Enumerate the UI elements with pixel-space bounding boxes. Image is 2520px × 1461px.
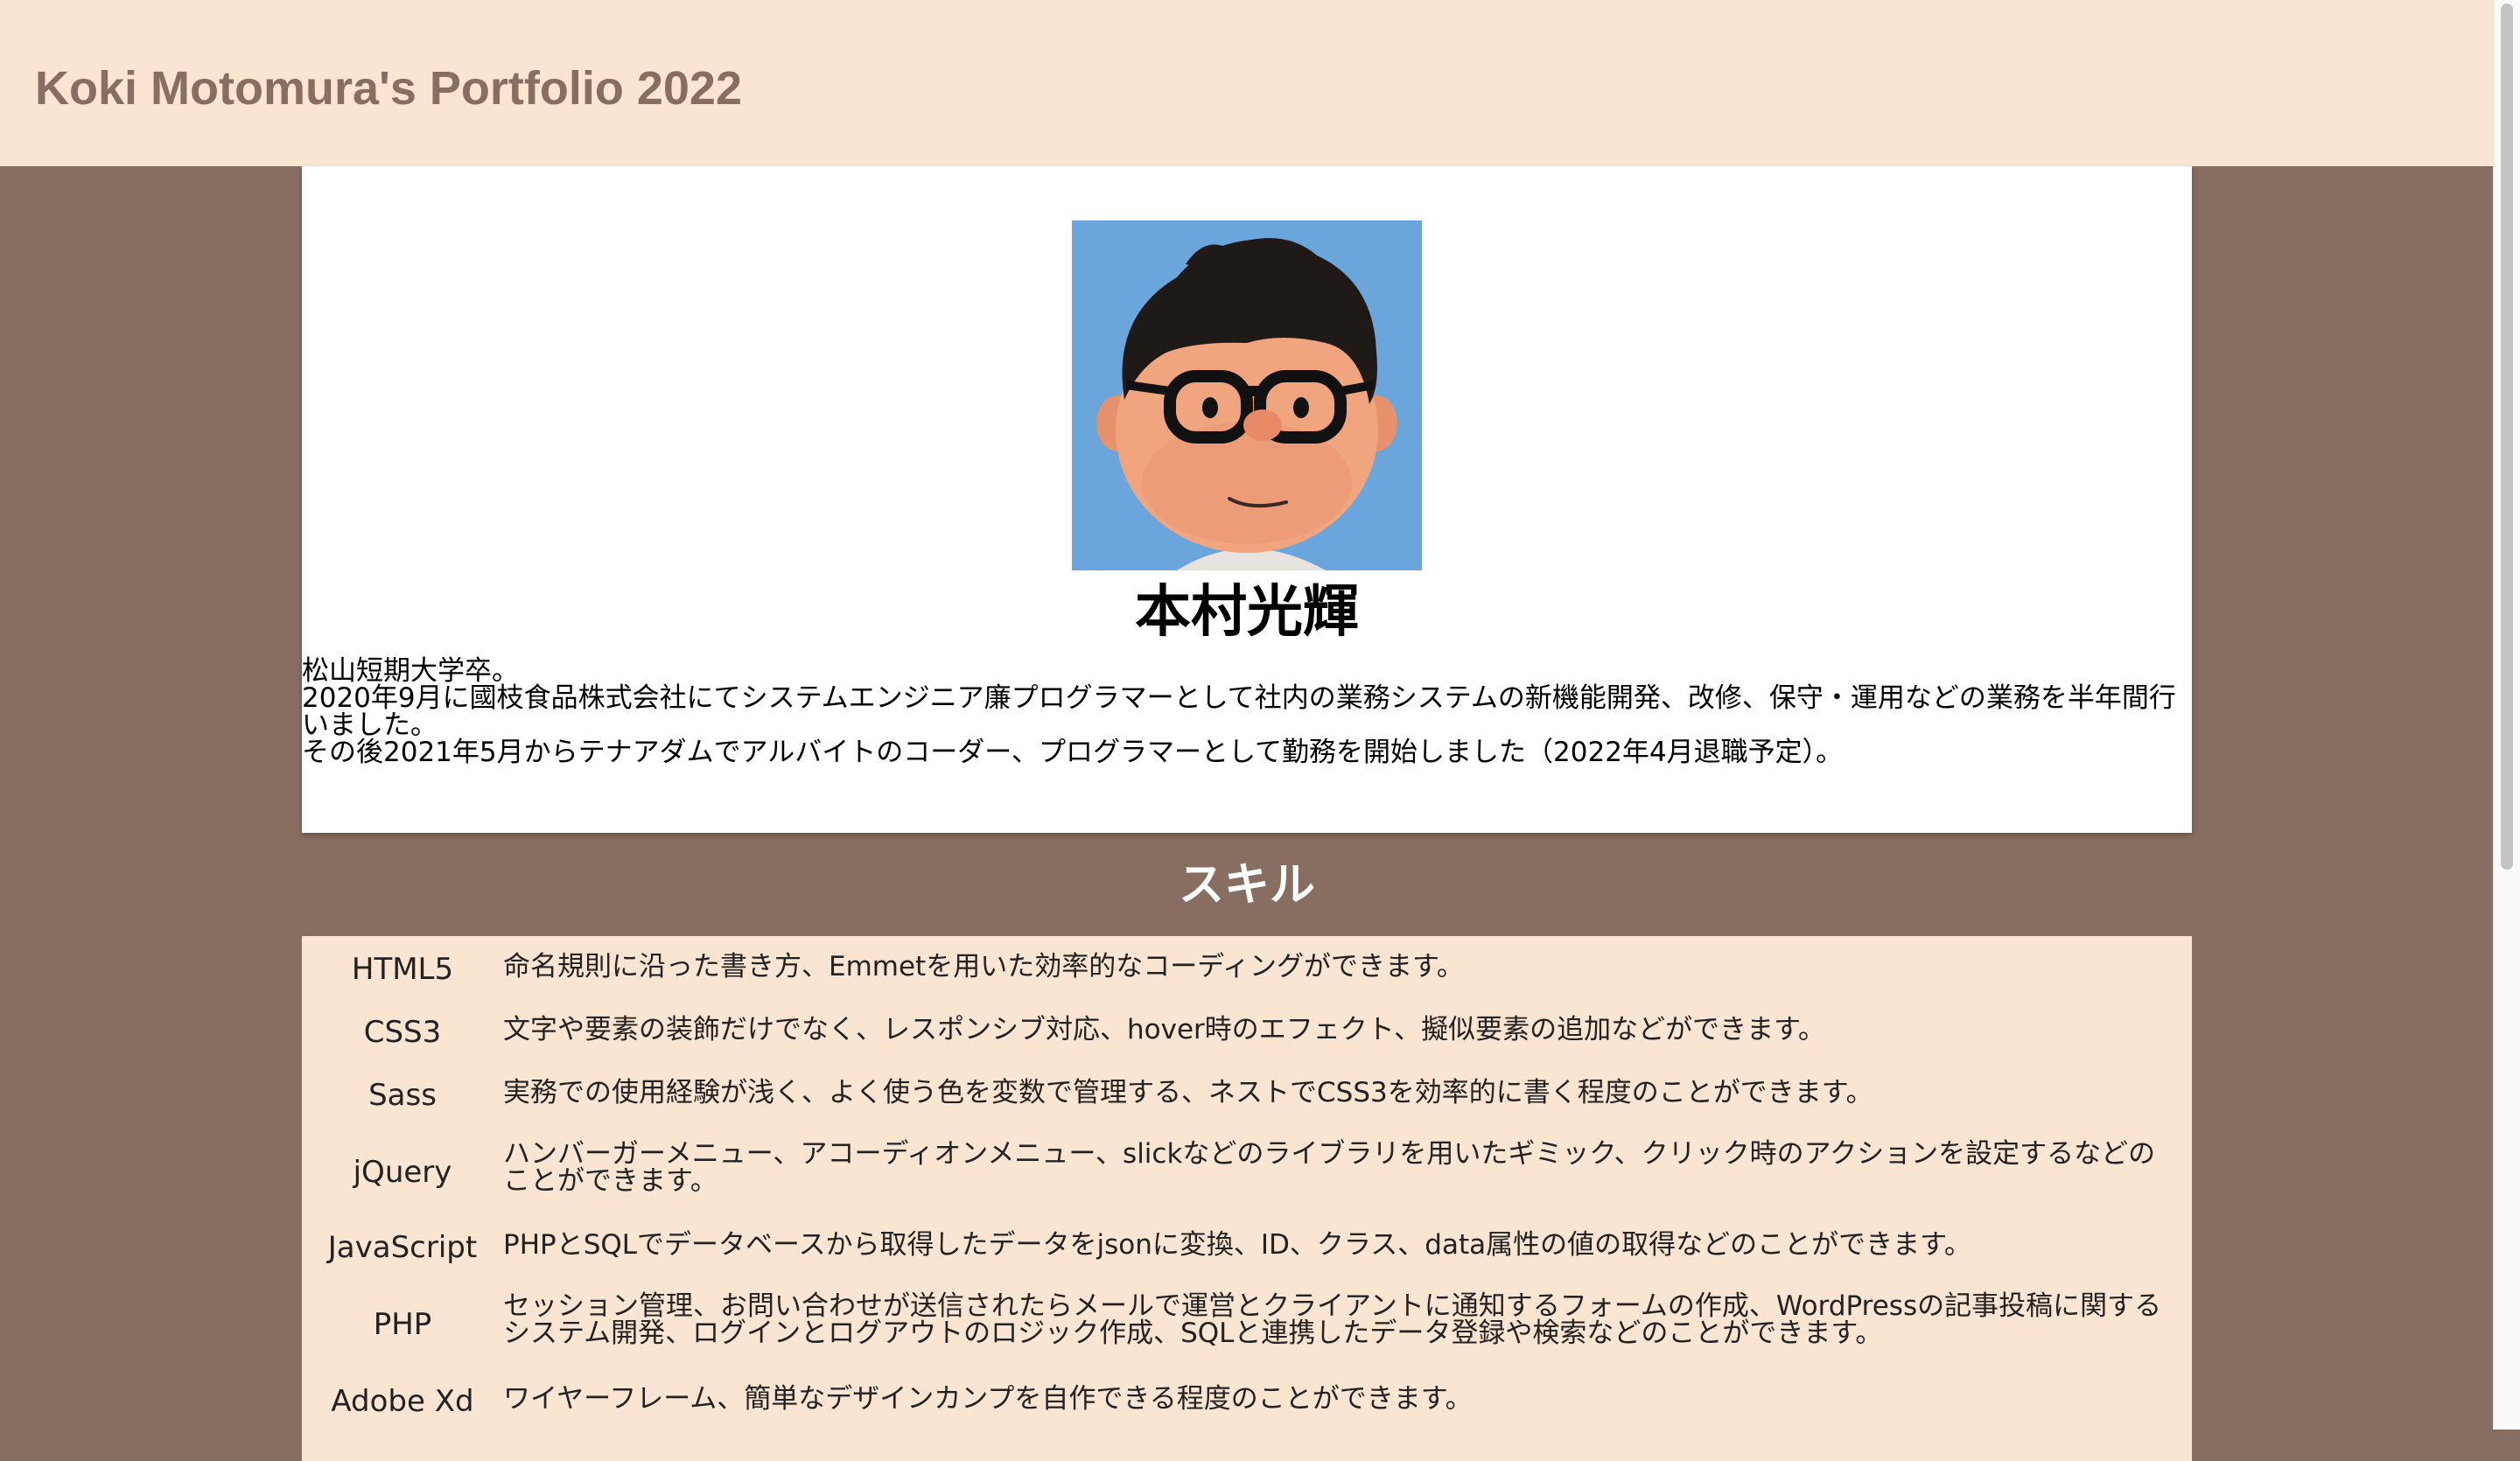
avatar-illustration xyxy=(1072,220,1422,570)
bio-line: 松山短期大学卒。 xyxy=(302,655,519,687)
profile-name: 本村光輝 xyxy=(1135,580,1359,645)
skills-table: HTML5 命名規則に沿った書き方、Emmetを用いた効率的なコーディングができ… xyxy=(302,936,2192,1461)
profile-card: 本村光輝 松山短期大学卒。 2020年9月に國枝食品株式会社にてシステムエンジニ… xyxy=(302,166,2192,833)
skill-description: 文字や要素の装飾だけでなく、レスポンシブ対応、hover時のエフェクト、擬似要素… xyxy=(503,1014,1826,1045)
skill-description: 命名規則に沿った書き方、Emmetを用いた効率的なコーディングができます。 xyxy=(503,951,1464,982)
vertical-scrollbar[interactable] xyxy=(2493,0,2520,1430)
skill-name: Sass xyxy=(368,1078,437,1113)
scrollbar-thumb[interactable] xyxy=(2501,3,2513,870)
skill-name: PHP xyxy=(373,1307,432,1342)
profile-avatar xyxy=(1072,220,1422,570)
skill-name: JavaScript xyxy=(327,1230,478,1265)
skill-description: セッション管理、お問い合わせが送信されたらメールで運営とクライアントに通知するフ… xyxy=(503,1290,2162,1349)
site-header: Koki Motomura's Portfolio 2022 xyxy=(0,0,2494,166)
site-title[interactable]: Koki Motomura's Portfolio 2022 xyxy=(35,61,742,115)
skill-name: Adobe Xd xyxy=(331,1384,474,1419)
skill-description: ワイヤーフレーム、簡単なデザインカンプを自作できる程度のことができます。 xyxy=(503,1383,1473,1415)
skill-description: ハンバーガーメニュー、アコーディオンメニュー、slickなどのライブラリを用いた… xyxy=(503,1138,2156,1197)
skill-name: HTML5 xyxy=(351,952,454,987)
skills-heading: スキル xyxy=(1178,859,1315,912)
skill-name: jQuery xyxy=(353,1155,452,1190)
skill-description: 実務での使用経験が浅く、よく使う色を変数で管理する、ネストでCSS3を効率的に書… xyxy=(503,1077,1873,1108)
bio-line: 2020年9月に國枝食品株式会社にてシステムエンジニア廉プログラマーとして社内の… xyxy=(302,682,2176,741)
skill-name: CSS3 xyxy=(363,1015,442,1050)
skill-description: PHPとSQLでデータベースから取得したデータをjsonに変換、ID、クラス、d… xyxy=(503,1229,1971,1261)
profile-bio: 松山短期大学卒。 2020年9月に國枝食品株式会社にてシステムエンジニア廉プログ… xyxy=(302,658,2183,766)
bio-line: その後2021年5月からテナアダムでアルバイトのコーダー、プログラマーとして勤務… xyxy=(302,737,1844,768)
